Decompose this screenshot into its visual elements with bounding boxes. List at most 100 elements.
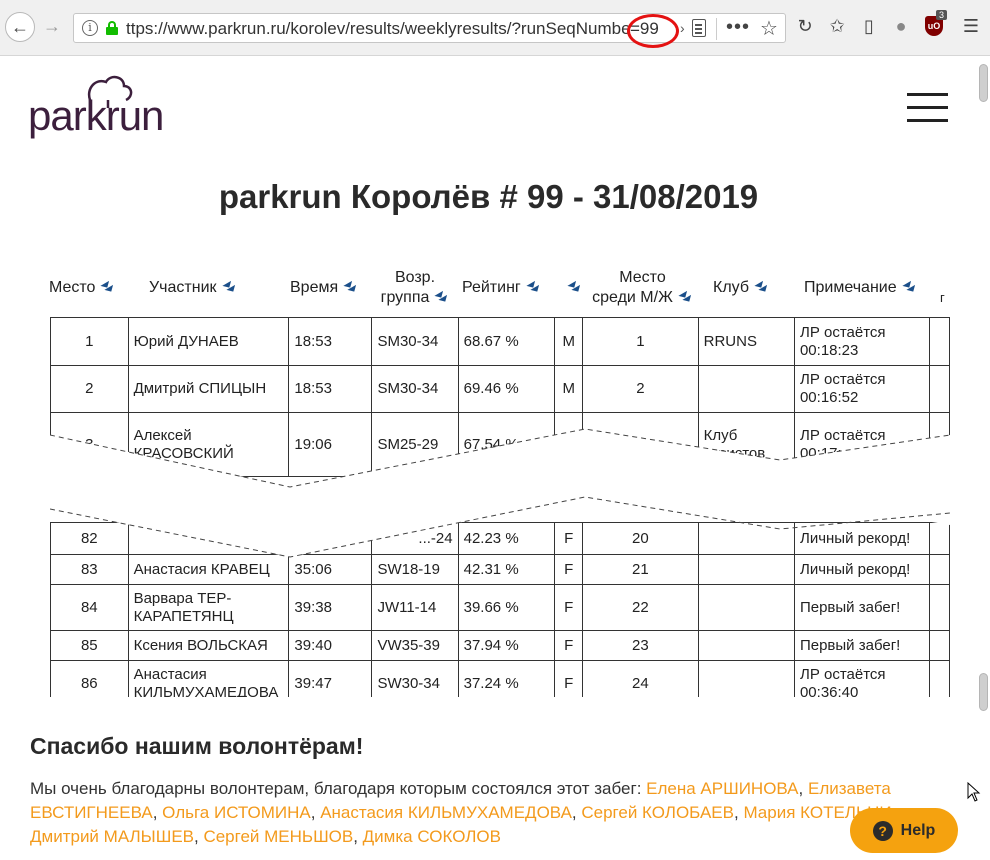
sort-icon[interactable] xyxy=(527,283,541,293)
cell-place: 86 xyxy=(50,660,129,697)
reader-view-icon[interactable] xyxy=(692,19,706,37)
cell-age-group[interactable]: SM30-34 xyxy=(371,365,459,413)
cell-runner[interactable]: Алексей КРАСОВСКИЙ xyxy=(127,412,290,477)
page-scrollbar[interactable] xyxy=(977,56,990,860)
scroll-thumb-bottom[interactable] xyxy=(979,673,988,711)
header-age-group[interactable]: Возр. группа xyxy=(375,268,455,308)
lock-icon[interactable] xyxy=(106,21,118,35)
help-button[interactable]: ? Help xyxy=(850,808,958,853)
forward-arrow-icon[interactable]: → xyxy=(38,12,66,40)
page-title: parkrun Королёв # 99 - 31/08/2019 xyxy=(218,178,759,215)
cell-club[interactable] xyxy=(697,554,795,585)
cell-rating: 42.31 % xyxy=(457,554,556,585)
bookmark-star-icon[interactable]: ☆ xyxy=(760,16,778,41)
sort-icon[interactable] xyxy=(568,283,582,293)
page-actions-icon[interactable]: ••• xyxy=(726,16,750,39)
info-icon[interactable]: i xyxy=(82,20,98,36)
cell-place: 1 xyxy=(50,317,129,366)
header-gender-place[interactable]: Место среди М/Ж xyxy=(585,268,700,308)
cell-extra xyxy=(929,630,950,661)
cell-club[interactable] xyxy=(697,660,795,697)
cell-time: 18:53 xyxy=(288,317,373,366)
menu-icon[interactable]: ☰ xyxy=(957,12,985,40)
sort-icon[interactable] xyxy=(344,283,358,293)
cell-time: 18:53 xyxy=(288,365,373,413)
header-rating[interactable]: Рейтинг xyxy=(462,278,541,298)
mouse-cursor-icon xyxy=(967,782,981,802)
scroll-thumb-top[interactable] xyxy=(979,64,988,102)
cell-gender-place: 2 xyxy=(582,365,699,413)
cell-age-group[interactable]: SM30-34 xyxy=(371,317,459,366)
url-bar[interactable]: i ttps://www.parkrun.ru/korolev/results/… xyxy=(73,13,786,48)
header-time[interactable]: Время xyxy=(290,278,358,298)
cell-age-group[interactable]: SW18-19 xyxy=(371,554,459,585)
cell-sex xyxy=(554,412,584,477)
cell-gender-place: 20 xyxy=(582,522,699,555)
cell-runner[interactable]: Анастасия КИЛЬМУХАМЕДОВА xyxy=(127,660,290,697)
back-arrow-icon[interactable]: ← xyxy=(5,12,35,42)
library-icon[interactable]: ✩ xyxy=(823,12,851,40)
table-row: 84 Варвара ТЕР-КАРАПЕТЯНЦ 39:38 JW11-14 … xyxy=(50,584,950,631)
cell-time xyxy=(288,522,373,555)
cell-runner[interactable]: Ксения ВОЛЬСКАЯ xyxy=(127,630,290,661)
cell-extra xyxy=(929,412,950,477)
cell-runner[interactable]: Юрий ДУНАЕВ xyxy=(127,317,290,366)
sort-icon[interactable] xyxy=(435,293,449,303)
volunteer-link[interactable]: Димка СОКОЛОВ xyxy=(363,827,501,846)
table-row: 85 Ксения ВОЛЬСКАЯ 39:40 VW35-39 37.94 %… xyxy=(50,630,950,661)
globe-icon[interactable]: ● xyxy=(887,12,915,40)
cell-club[interactable] xyxy=(697,522,795,555)
cell-club[interactable] xyxy=(697,584,795,631)
sidebar-icon[interactable]: ▯ xyxy=(855,12,883,40)
cell-time: 19:06 xyxy=(288,412,373,477)
hamburger-menu-icon[interactable] xyxy=(907,93,949,123)
reload-icon[interactable]: ↻ xyxy=(791,12,819,40)
cell-note: Первый забег! xyxy=(793,584,931,631)
cell-age-group[interactable]: VW35-39 xyxy=(371,630,459,661)
sort-icon[interactable] xyxy=(223,283,237,293)
sort-icon[interactable] xyxy=(679,293,693,303)
table-row: 82 ...-24 42.23 % F 20 Личный рекорд! xyxy=(50,522,950,555)
chevron-down-icon[interactable]: › xyxy=(680,20,685,36)
cell-age-group[interactable]: SM25-29 xyxy=(371,412,459,477)
cell-club[interactable] xyxy=(697,630,795,661)
cell-age-group[interactable]: ...-24 xyxy=(371,522,459,555)
cell-gender-place: 23 xyxy=(582,630,699,661)
volunteer-link[interactable]: Сергей КОЛОБАЕВ xyxy=(581,803,734,822)
cell-rating: 37.24 % xyxy=(457,660,556,697)
cell-age-group[interactable]: JW11-14 xyxy=(371,584,459,631)
header-place[interactable]: Место xyxy=(49,278,115,298)
cell-extra xyxy=(929,584,950,631)
cell-runner[interactable]: Дмитрий СПИЦЫН xyxy=(127,365,290,413)
volunteer-link[interactable]: Сергей МЕНЬШОВ xyxy=(203,827,353,846)
url-text[interactable]: ttps://www.parkrun.ru/korolev/results/we… xyxy=(126,19,706,39)
red-highlight-circle xyxy=(627,14,679,48)
cell-age-group[interactable]: SW30-34 xyxy=(371,660,459,697)
parkrun-logo[interactable]: parkrun xyxy=(28,72,178,142)
volunteer-link[interactable]: Анастасия КИЛЬМУХАМЕДОВА xyxy=(320,803,572,822)
cell-gender-place: 21 xyxy=(582,554,699,585)
cell-runner[interactable] xyxy=(127,522,290,555)
cell-rating: 67.54 % xyxy=(457,412,556,477)
cell-runner[interactable]: Варвара ТЕР-КАРАПЕТЯНЦ xyxy=(127,584,290,631)
cell-sex: F xyxy=(554,554,584,585)
cell-time: 35:06 xyxy=(288,554,373,585)
cell-place: 84 xyxy=(50,584,129,631)
cell-runner[interactable]: Анастасия КРАВЕЦ xyxy=(127,554,290,585)
sort-icon[interactable] xyxy=(903,283,917,293)
sort-icon[interactable] xyxy=(755,283,769,293)
header-note[interactable]: Примечание xyxy=(804,278,917,298)
volunteer-link[interactable]: Ольга ИСТОМИНА xyxy=(162,803,311,822)
header-runner[interactable]: Участник xyxy=(149,278,237,298)
header-gender[interactable] xyxy=(562,278,582,298)
header-club[interactable]: Клуб xyxy=(713,278,769,298)
table-row: 2 Дмитрий СПИЦЫН 18:53 SM30-34 69.46 % M… xyxy=(50,365,950,413)
cell-club[interactable]: Клуб туристов xyxy=(697,412,795,477)
cell-club[interactable] xyxy=(697,365,795,413)
volunteer-link[interactable]: Елена АРШИНОВА xyxy=(646,779,798,798)
sort-icon[interactable] xyxy=(101,283,115,293)
ublock-icon[interactable]: uO 3 xyxy=(920,10,948,40)
cell-club[interactable]: RRUNS xyxy=(697,317,795,366)
volunteer-link[interactable]: Дмитрий МАЛЫШЕВ xyxy=(30,827,194,846)
ublock-count-badge: 3 xyxy=(936,10,948,20)
